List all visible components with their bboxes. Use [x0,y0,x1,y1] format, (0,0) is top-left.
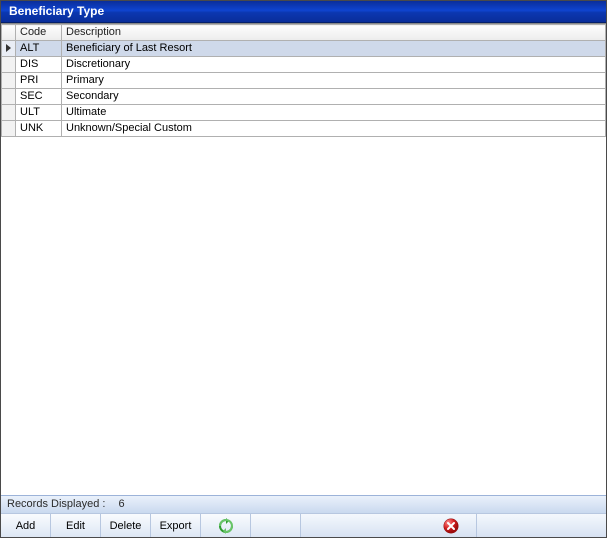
refresh-icon [218,518,234,534]
window-title: Beneficiary Type [9,4,104,18]
status-bar: Records Displayed : 6 [1,495,606,513]
add-button[interactable]: Add [1,514,51,537]
toolbar-spacer [301,514,426,537]
row-indicator-cell [2,41,16,57]
export-button[interactable]: Export [151,514,201,537]
cell-description[interactable]: Ultimate [62,105,606,121]
row-indicator-cell [2,121,16,137]
header-row: Code Description [2,25,606,41]
grid-container: Code Description ALT Beneficiary of Last… [1,23,606,495]
header-description[interactable]: Description [62,25,606,41]
cell-description[interactable]: Unknown/Special Custom [62,121,606,137]
cell-description[interactable]: Beneficiary of Last Resort [62,41,606,57]
table-row[interactable]: DIS Discretionary [2,57,606,73]
export-label: Export [160,520,192,532]
cell-description[interactable]: Secondary [62,89,606,105]
cell-description[interactable]: Primary [62,73,606,89]
cell-code[interactable]: SEC [16,89,62,105]
cell-code[interactable]: PRI [16,73,62,89]
delete-label: Delete [110,520,142,532]
status-count: 6 [119,498,125,510]
cell-code[interactable]: ULT [16,105,62,121]
row-indicator-icon [6,44,11,52]
table-row[interactable]: SEC Secondary [2,89,606,105]
toolbar-empty-slot [251,514,301,537]
row-indicator-cell [2,57,16,73]
header-selector[interactable] [2,25,16,41]
table-row[interactable]: ALT Beneficiary of Last Resort [2,41,606,57]
edit-label: Edit [66,520,85,532]
status-label: Records Displayed : [7,498,105,510]
add-label: Add [16,520,36,532]
close-button[interactable] [426,514,476,537]
title-bar: Beneficiary Type [1,1,606,23]
cell-code[interactable]: ALT [16,41,62,57]
row-indicator-cell [2,105,16,121]
toolbar: Add Edit Delete Export [1,513,606,537]
cell-code[interactable]: UNK [16,121,62,137]
table-row[interactable]: ULT Ultimate [2,105,606,121]
table-row[interactable]: PRI Primary [2,73,606,89]
header-code[interactable]: Code [16,25,62,41]
row-indicator-cell [2,89,16,105]
delete-button[interactable]: Delete [101,514,151,537]
cell-code[interactable]: DIS [16,57,62,73]
cell-description[interactable]: Discretionary [62,57,606,73]
window: Beneficiary Type Code Description ALT Be… [0,0,607,538]
row-indicator-cell [2,73,16,89]
refresh-button[interactable] [201,514,251,537]
toolbar-right-pad [476,514,606,537]
beneficiary-table[interactable]: Code Description ALT Beneficiary of Last… [1,24,606,137]
edit-button[interactable]: Edit [51,514,101,537]
close-icon [443,518,459,534]
table-row[interactable]: UNK Unknown/Special Custom [2,121,606,137]
